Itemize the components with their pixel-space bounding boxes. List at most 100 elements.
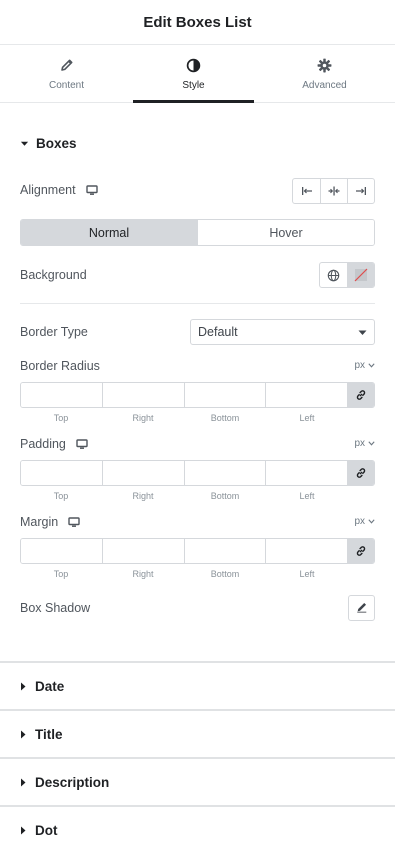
no-color-swatch-icon[interactable] — [347, 263, 374, 287]
background-label: Background — [20, 268, 87, 282]
margin-control: Margin — [20, 512, 375, 532]
border-radius-unit-select[interactable]: px — [354, 360, 375, 371]
padding-control: Padding — [20, 434, 375, 454]
monitor-icon[interactable] — [85, 184, 98, 196]
border-radius-top-input[interactable] — [21, 383, 102, 407]
chevron-down-icon — [368, 516, 375, 527]
chevron-down-icon — [368, 438, 375, 449]
box-shadow-control: Box Shadow — [20, 598, 375, 618]
left-label: Left — [299, 413, 315, 423]
caret-right-icon — [20, 730, 26, 739]
boxes-section-toggle[interactable]: Boxes — [0, 133, 77, 153]
section-date-title: Date — [35, 678, 65, 694]
padding-inputs — [20, 460, 375, 486]
tab-content[interactable]: Content — [0, 45, 133, 102]
margin-left-input[interactable] — [265, 539, 347, 563]
border-radius-left-input[interactable] — [265, 383, 347, 407]
padding-unit-select[interactable]: px — [354, 438, 375, 449]
top-label: Top — [53, 569, 69, 579]
hover-state-button[interactable]: Hover — [197, 220, 374, 245]
padding-label-text: Padding — [20, 437, 66, 451]
margin-right-input[interactable] — [101, 539, 184, 563]
section-dot[interactable]: Dot — [0, 805, 395, 853]
margin-side-labels: Top Right Bottom Left — [20, 569, 348, 579]
margin-top-input[interactable] — [21, 539, 102, 563]
border-radius-side-labels: Top Right Bottom Left — [20, 413, 348, 423]
section-title[interactable]: Title — [0, 709, 395, 757]
section-title-title: Title — [35, 726, 63, 742]
link-icon[interactable] — [347, 383, 374, 407]
box-shadow-edit-button[interactable] — [348, 595, 375, 621]
top-label: Top — [53, 413, 69, 423]
panel-title: Edit Boxes List — [143, 13, 252, 31]
border-type-value: Default — [198, 325, 238, 339]
margin-unit: px — [354, 516, 365, 527]
margin-label: Margin — [20, 515, 80, 529]
left-label: Left — [299, 569, 315, 579]
margin-inputs — [20, 538, 375, 564]
padding-bottom-input[interactable] — [183, 461, 266, 485]
tab-advanced-label: Advanced — [302, 80, 347, 91]
border-type-label: Border Type — [20, 325, 88, 339]
pencil-icon — [356, 601, 368, 616]
bottom-label: Bottom — [210, 569, 240, 579]
caret-right-icon — [20, 682, 26, 691]
tab-content-label: Content — [48, 80, 85, 91]
monitor-icon[interactable] — [68, 516, 80, 528]
contrast-icon — [186, 56, 201, 74]
border-radius-label: Border Radius — [20, 359, 100, 373]
caret-right-icon — [20, 826, 26, 835]
section-dot-title: Dot — [35, 822, 58, 838]
background-type-options — [319, 262, 375, 288]
tab-bar: Content Style Advanced — [0, 45, 395, 103]
border-radius-inputs — [20, 382, 375, 408]
pencil-icon — [60, 56, 74, 74]
boxes-section-title: Boxes — [36, 135, 77, 151]
right-label: Right — [132, 491, 154, 501]
align-start-icon[interactable] — [293, 179, 320, 203]
margin-label-text: Margin — [20, 515, 59, 529]
section-description-title: Description — [35, 774, 110, 790]
tab-style[interactable]: Style — [133, 45, 254, 103]
globe-icon[interactable] — [320, 263, 347, 287]
section-date[interactable]: Date — [0, 661, 395, 709]
margin-bottom-input[interactable] — [183, 539, 266, 563]
margin-unit-select[interactable]: px — [354, 516, 375, 527]
padding-side-labels: Top Right Bottom Left — [20, 491, 348, 501]
tab-style-label: Style — [182, 80, 205, 91]
right-label: Right — [132, 413, 154, 423]
panel-header: Edit Boxes List — [0, 0, 395, 45]
tab-advanced[interactable]: Advanced — [254, 45, 395, 102]
box-shadow-label: Box Shadow — [20, 601, 91, 615]
right-label: Right — [132, 569, 154, 579]
bottom-label: Bottom — [210, 491, 240, 501]
align-center-icon[interactable] — [320, 179, 347, 203]
gear-icon — [317, 56, 332, 74]
section-divider — [20, 303, 375, 304]
caret-right-icon — [20, 778, 26, 787]
link-icon[interactable] — [347, 539, 374, 563]
monitor-icon[interactable] — [76, 438, 88, 450]
border-type-select[interactable]: Default — [190, 319, 375, 345]
alignment-label: Alignment — [20, 183, 98, 197]
chevron-down-icon — [358, 325, 367, 339]
border-radius-right-input[interactable] — [101, 383, 184, 407]
section-description[interactable]: Description — [0, 757, 395, 805]
alignment-label-text: Alignment — [20, 183, 76, 197]
padding-unit: px — [354, 438, 365, 449]
chevron-down-icon — [368, 360, 375, 371]
left-label: Left — [299, 491, 315, 501]
top-label: Top — [53, 491, 69, 501]
padding-left-input[interactable] — [265, 461, 347, 485]
padding-label: Padding — [20, 437, 88, 451]
padding-right-input[interactable] — [101, 461, 184, 485]
border-radius-unit: px — [354, 360, 365, 371]
normal-state-button[interactable]: Normal — [21, 220, 197, 245]
border-radius-control: Border Radius — [20, 356, 375, 376]
align-end-icon[interactable] — [347, 179, 374, 203]
bottom-label: Bottom — [210, 413, 240, 423]
link-icon[interactable] — [347, 461, 374, 485]
state-toggle: Normal Hover — [20, 219, 375, 246]
padding-top-input[interactable] — [21, 461, 102, 485]
border-radius-bottom-input[interactable] — [183, 383, 266, 407]
